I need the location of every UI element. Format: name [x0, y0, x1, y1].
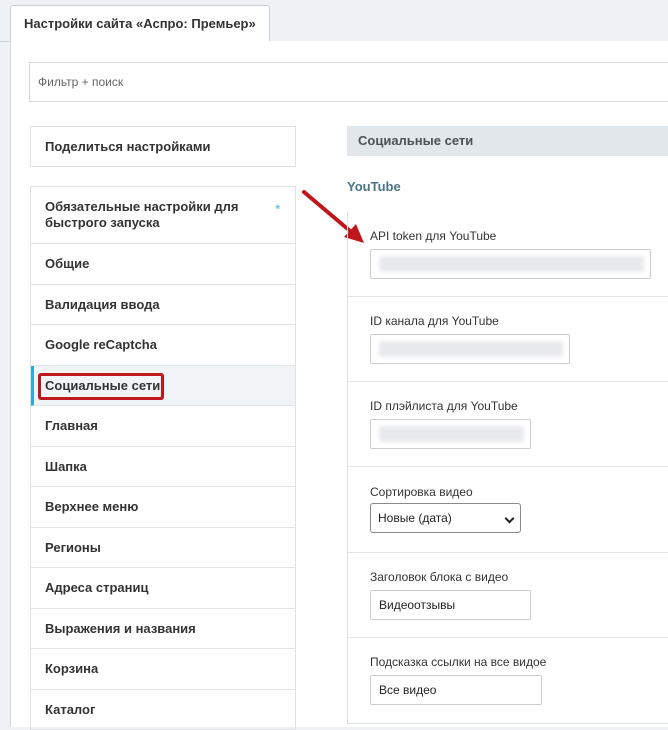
sidebar-item-validation[interactable]: Валидация ввода — [31, 285, 295, 326]
field-label: Сортировка видео — [370, 485, 473, 499]
redacted-value — [379, 256, 644, 272]
field-label: Заголовок блока с видео — [370, 570, 508, 584]
share-settings-button[interactable]: Поделиться настройками — [30, 126, 296, 167]
field-block-title: Заголовок блока с видео Видеоотзывы — [348, 553, 668, 638]
sidebar-item-top-menu[interactable]: Верхнее меню — [31, 487, 295, 528]
filter-search-input[interactable] — [30, 63, 668, 101]
section-title: Социальные сети — [347, 126, 668, 156]
playlist-id-input[interactable] — [370, 419, 531, 449]
block-title-input[interactable]: Видеоотзывы — [370, 590, 531, 620]
sidebar-item-label: Обязательные настройки для быстрого запу… — [45, 199, 265, 231]
select-value: Новые (дата) — [378, 504, 452, 532]
video-sort-select[interactable]: Новые (дата) — [370, 503, 521, 533]
input-value: Все видео — [379, 676, 436, 704]
input-value: Видеоотзывы — [379, 591, 455, 619]
tab-site-settings[interactable]: Настройки сайта «Аспро: Премьер» (s1) — [10, 5, 270, 41]
sidebar-item-phrases[interactable]: Выражения и названия — [31, 609, 295, 650]
field-label: ID канала для YouTube — [370, 314, 499, 328]
sidebar-menu: Обязательные настройки для быстрого запу… — [30, 186, 296, 730]
api-token-input[interactable] — [370, 249, 651, 279]
redacted-value — [379, 341, 563, 357]
field-label: Подсказка ссылки на все видое — [370, 655, 546, 669]
field-channel-id: ID канала для YouTube — [348, 297, 668, 382]
highlight-box — [38, 373, 164, 400]
sidebar-item-recaptcha[interactable]: Google reCaptcha — [31, 325, 295, 366]
sidebar-item-cart[interactable]: Корзина — [31, 649, 295, 690]
sidebar-item-regions[interactable]: Регионы — [31, 528, 295, 569]
field-playlist-id: ID плэйлиста для YouTube — [348, 382, 668, 467]
sidebar-item-catalog[interactable]: Каталог — [31, 690, 295, 730]
youtube-settings-panel: API token для YouTube ID канала для YouT… — [347, 212, 668, 724]
sidebar-item-page-urls[interactable]: Адреса страниц — [31, 568, 295, 609]
sidebar-item-header[interactable]: Шапка — [31, 447, 295, 488]
all-video-hint-input[interactable]: Все видео — [370, 675, 542, 705]
chevron-down-icon — [505, 514, 515, 524]
tab-bar: Настройки сайта «Аспро: Премьер» (s1) — [0, 0, 668, 42]
sidebar-item-required[interactable]: Обязательные настройки для быстрого запу… — [31, 187, 295, 244]
redacted-value — [379, 426, 524, 442]
field-label: ID плэйлиста для YouTube — [370, 399, 518, 413]
sidebar-item-main[interactable]: Главная — [31, 406, 295, 447]
channel-id-input[interactable] — [370, 334, 570, 364]
field-api-token: API token для YouTube — [348, 212, 668, 297]
field-all-video-hint: Подсказка ссылки на все видое Все видео — [348, 638, 668, 724]
star-icon: * — [275, 201, 280, 217]
filter-search[interactable] — [29, 62, 668, 102]
field-label: API token для YouTube — [370, 229, 496, 243]
sidebar-item-general[interactable]: Общие — [31, 244, 295, 285]
